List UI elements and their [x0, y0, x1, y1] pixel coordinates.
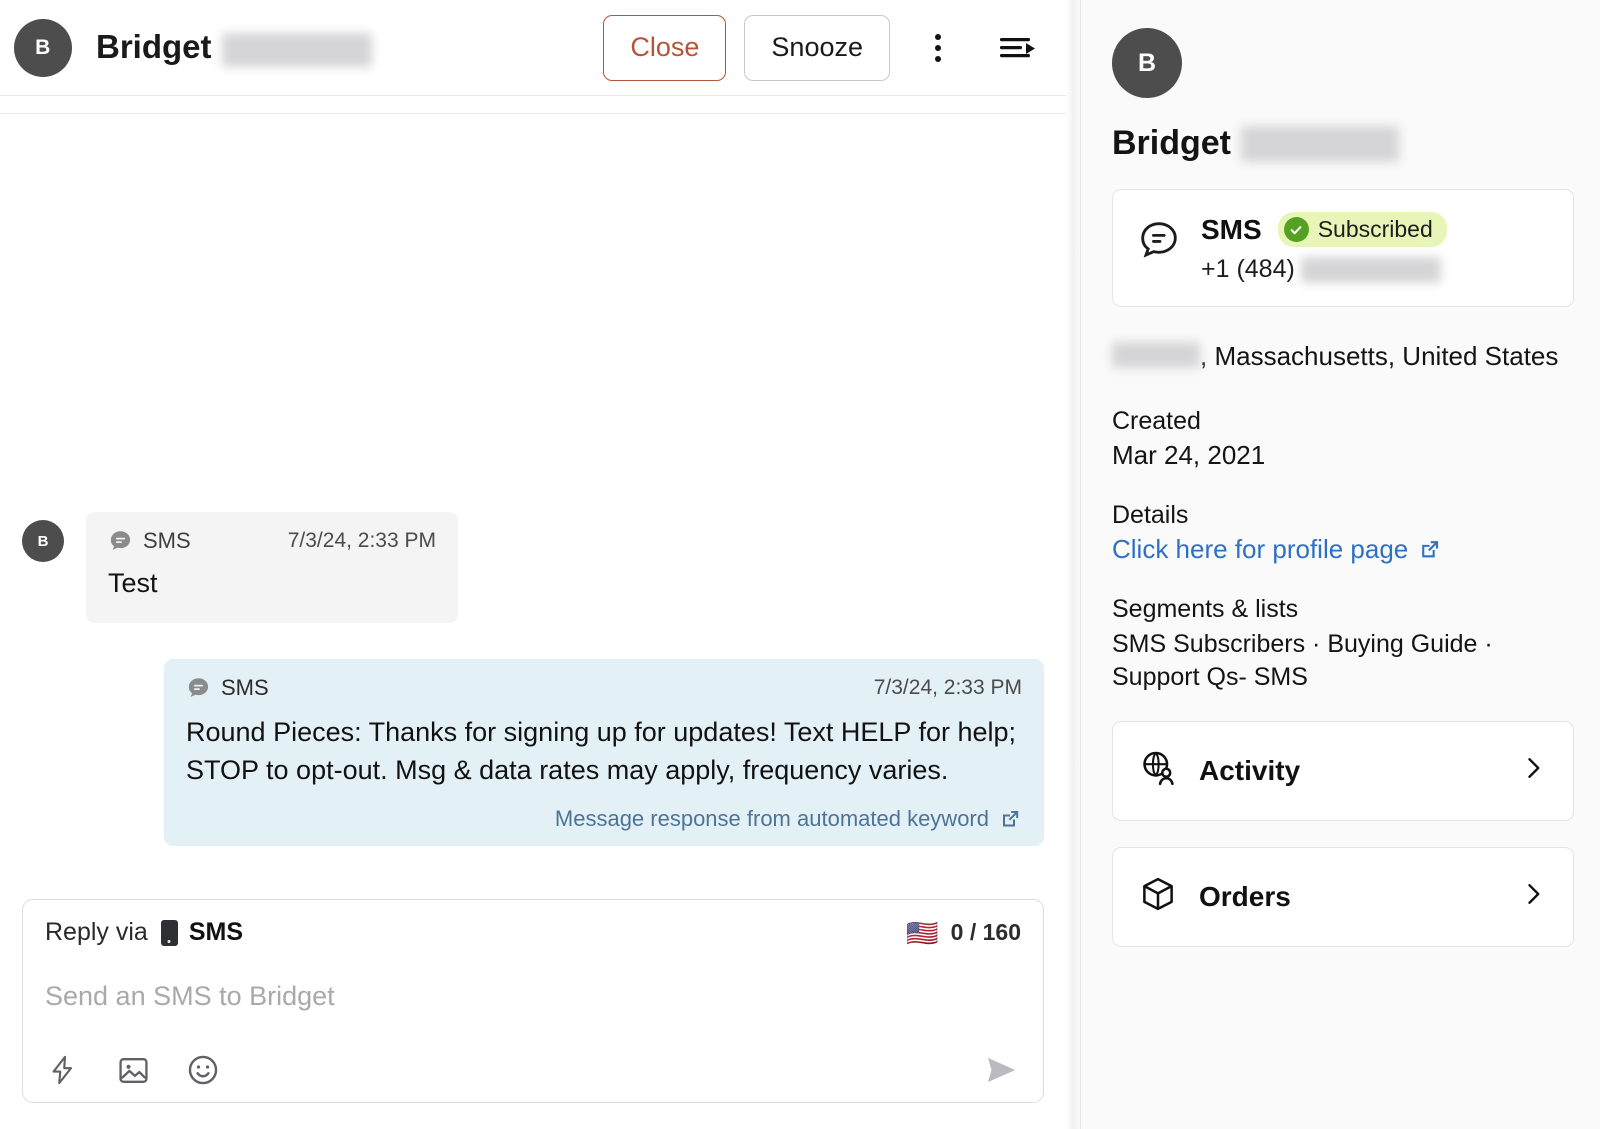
sidebar-item-activity[interactable]: Activity: [1112, 720, 1574, 821]
message-channel-label: SMS: [221, 675, 269, 701]
composer-counter-group: 🇺🇸 0 / 160: [906, 919, 1021, 946]
message-meta: SMS 7/3/24, 2:33 PM: [186, 675, 1022, 701]
message-source-link[interactable]: Message response from automated keyword: [186, 806, 1022, 832]
clipped-content-hint: [405, 96, 409, 103]
phone-icon: [160, 919, 178, 946]
external-link-icon: [1422, 540, 1439, 557]
activity-globe-person-icon: [1139, 749, 1177, 792]
incoming-message-bubble: SMS 7/3/24, 2:33 PM Test: [86, 512, 458, 624]
message-avatar: B: [22, 520, 64, 562]
message-body: Round Pieces: Thanks for signing up for …: [186, 717, 1016, 786]
collapse-panel-button[interactable]: [992, 22, 1044, 74]
redacted-phone-digits: [1300, 256, 1441, 283]
message-timestamp: 7/3/24, 2:33 PM: [287, 529, 436, 552]
image-icon[interactable]: [115, 1052, 151, 1088]
sms-bubble-icon: [1137, 218, 1181, 267]
conversation-header: B Bridget Close Snooze: [0, 0, 1066, 96]
kebab-menu-icon: [935, 33, 941, 62]
created-label: Created: [1112, 406, 1201, 435]
message-channel-label: SMS: [143, 528, 191, 553]
sidebar-item-orders-label: Orders: [1199, 880, 1291, 912]
reply-composer: Reply via SMS 🇺🇸 0 / 160 Send an SMS to …: [22, 899, 1044, 1103]
profile-location: , Massachusetts, United States: [1112, 337, 1574, 377]
message-input[interactable]: Send an SMS to Bridget: [45, 947, 1021, 1052]
message-source-label: Message response from automated keyword: [554, 805, 989, 831]
external-link-icon: [1003, 810, 1019, 827]
sms-phone-text: +1 (484): [1201, 255, 1295, 283]
segments-label: Segments & lists: [1112, 594, 1299, 623]
conversation-app: B Bridget Close Snooze B SMS 7/3/24, 2:3…: [0, 0, 1600, 1129]
chevron-right-icon: [1519, 754, 1547, 787]
close-button[interactable]: Close: [603, 14, 727, 81]
sms-card-label: SMS: [1201, 213, 1262, 245]
segments-value: SMS Subscribers · Buying Guide · Support…: [1112, 629, 1493, 692]
page-title: Bridget: [96, 28, 372, 67]
profile-pane: B Bridget SMS Subscribed +1 (484) , Mass…: [1080, 0, 1600, 1129]
status-badge: Subscribed: [1277, 212, 1447, 247]
collapse-panel-icon: [1000, 37, 1035, 57]
sms-channel-icon: [110, 530, 131, 550]
details-label: Details: [1112, 500, 1189, 529]
quick-reply-icon[interactable]: [45, 1052, 81, 1088]
message-timestamp: 7/3/24, 2:33 PM: [873, 676, 1022, 700]
profile-name: Bridget: [1112, 124, 1574, 163]
sms-phone-number: +1 (484): [1201, 255, 1447, 284]
send-icon: [987, 1057, 1016, 1083]
status-badge-label: Subscribed: [1317, 216, 1433, 242]
redacted-last-name: [221, 32, 372, 67]
us-flag-icon: 🇺🇸: [906, 917, 939, 948]
chevron-right-icon: [1519, 880, 1547, 913]
profile-avatar: B: [1112, 28, 1182, 98]
sms-card-body: SMS Subscribed +1 (484): [1201, 212, 1447, 284]
send-button[interactable]: [981, 1053, 1021, 1087]
sidebar-item-orders[interactable]: Orders: [1112, 846, 1574, 947]
sms-subscription-card[interactable]: SMS Subscribed +1 (484): [1112, 189, 1574, 307]
profile-name-text: Bridget: [1112, 124, 1231, 162]
composer-container: Reply via SMS 🇺🇸 0 / 160 Send an SMS to …: [0, 899, 1066, 1129]
outgoing-message-bubble: SMS 7/3/24, 2:33 PM Round Pieces: Thanks…: [164, 659, 1044, 846]
more-options-button[interactable]: [912, 22, 964, 74]
avatar: B: [14, 18, 72, 77]
message-list: B SMS 7/3/24, 2:33 PM Test SMS 7/3/24, 2…: [22, 114, 1044, 846]
redacted-profile-last-name: [1241, 125, 1399, 162]
conversation-title-text: Bridget: [96, 28, 212, 66]
pane-divider: [1066, 0, 1080, 1129]
profile-page-link-label: Click here for profile page: [1112, 533, 1409, 564]
created-value: Mar 24, 2021: [1112, 439, 1266, 470]
emoji-icon[interactable]: [185, 1052, 221, 1088]
conversation-pane: B Bridget Close Snooze B SMS 7/3/24, 2:3…: [0, 0, 1066, 1129]
reply-channel-label[interactable]: SMS: [189, 918, 243, 947]
table-row: B SMS 7/3/24, 2:33 PM Test: [22, 512, 1044, 624]
profile-location-text: , Massachusetts, United States: [1200, 341, 1559, 371]
check-circle-icon: [1283, 217, 1309, 242]
composer-header: Reply via SMS 🇺🇸 0 / 160: [45, 918, 1021, 947]
composer-toolbar: [45, 1052, 1021, 1088]
message-meta: SMS 7/3/24, 2:33 PM: [108, 528, 436, 554]
snooze-button[interactable]: Snooze: [744, 14, 890, 81]
orders-box-icon: [1139, 875, 1177, 918]
redacted-city: [1112, 342, 1200, 368]
message-thread: B SMS 7/3/24, 2:33 PM Test SMS 7/3/24, 2…: [0, 114, 1066, 899]
profile-details: , Massachusetts, United States Created M…: [1112, 337, 1574, 695]
sidebar-item-activity-label: Activity: [1199, 754, 1301, 786]
sms-channel-icon: [188, 677, 209, 697]
character-counter: 0 / 160: [950, 919, 1021, 945]
message-body: Test: [108, 568, 158, 598]
table-row: SMS 7/3/24, 2:33 PM Round Pieces: Thanks…: [22, 659, 1044, 846]
thread-top-divider: [0, 96, 1066, 114]
sms-card-title-row: SMS Subscribed: [1201, 212, 1447, 247]
profile-page-link[interactable]: Click here for profile page: [1112, 534, 1442, 565]
reply-via-label: Reply via: [45, 918, 148, 946]
